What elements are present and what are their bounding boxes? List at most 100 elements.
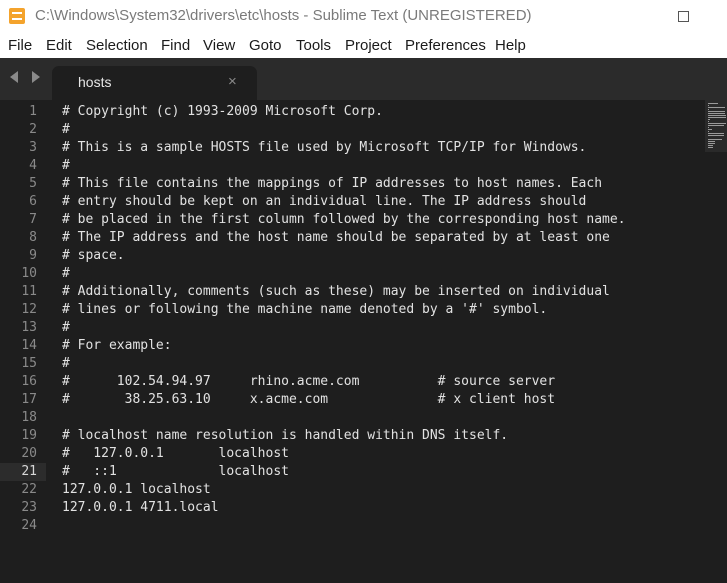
minimap-line	[708, 147, 713, 148]
line-number: 8	[29, 230, 37, 245]
line-text: #	[62, 320, 70, 335]
line-number: 24	[21, 518, 37, 533]
code-line[interactable]: 21 # ::1 localhost	[0, 463, 705, 481]
line-number: 22	[21, 482, 37, 497]
line-text: # entry should be kept on an individual …	[62, 194, 587, 209]
menu-goto[interactable]: Goto	[249, 37, 282, 54]
code-line[interactable]: 10 #	[0, 265, 705, 283]
maximize-button[interactable]	[660, 0, 706, 32]
code-line[interactable]: 22 127.0.0.1 localhost	[0, 481, 705, 499]
minimap-line	[708, 141, 715, 142]
code-line[interactable]: 23 127.0.0.1 4711.local	[0, 499, 705, 517]
minimap[interactable]	[705, 100, 727, 152]
minimap-line	[708, 135, 724, 136]
code-line[interactable]: 9 # space.	[0, 247, 705, 265]
code-line[interactable]: 2 #	[0, 121, 705, 139]
title-bar: C:\Windows\System32\drivers\etc\hosts - …	[0, 0, 727, 32]
menu-find[interactable]: Find	[161, 37, 190, 54]
line-text: # 38.25.63.10 x.acme.com # x client host	[62, 392, 556, 407]
code-line[interactable]: 13 #	[0, 319, 705, 337]
line-number: 10	[21, 266, 37, 281]
code-line[interactable]: 4 #	[0, 157, 705, 175]
line-text: #	[62, 356, 70, 371]
code-line[interactable]: 14 # For example:	[0, 337, 705, 355]
code-line[interactable]: 17 # 38.25.63.10 x.acme.com # x client ho…	[0, 391, 705, 409]
menu-selection[interactable]: Selection	[86, 37, 148, 54]
line-number: 12	[21, 302, 37, 317]
line-text: # 102.54.94.97 rhino.acme.com # source s…	[62, 374, 556, 389]
code-line[interactable]: 16 # 102.54.94.97 rhino.acme.com # source…	[0, 373, 705, 391]
line-number: 16	[21, 374, 37, 389]
menu-project[interactable]: Project	[345, 37, 392, 54]
code-line[interactable]: 11 # Additionally, comments (such as thes…	[0, 283, 705, 301]
line-text: # Copyright (c) 1993-2009 Microsoft Corp…	[62, 104, 383, 119]
line-number: 3	[29, 140, 37, 155]
minimap-line	[708, 119, 710, 120]
code-line[interactable]: 1 # Copyright (c) 1993-2009 Microsoft Cor…	[0, 103, 705, 121]
line-number: 13	[21, 320, 37, 335]
code-line[interactable]: 3 # This is a sample HOSTS file used by M…	[0, 139, 705, 157]
minimap-line	[708, 133, 724, 134]
minimap-line	[708, 145, 713, 146]
line-number: 1	[29, 104, 37, 119]
line-number: 7	[29, 212, 37, 227]
minimap-line	[708, 143, 715, 144]
code-line[interactable]: 18	[0, 409, 705, 427]
code-line[interactable]: 19 # localhost name resolution is handled…	[0, 427, 705, 445]
code-line[interactable]: 8 # The IP address and the host name shou…	[0, 229, 705, 247]
minimap-line	[708, 139, 722, 140]
minimap-line	[708, 131, 709, 132]
line-number: 18	[21, 410, 37, 425]
minimap-line	[708, 109, 709, 110]
line-number: 23	[21, 500, 37, 515]
minimap-line	[708, 123, 726, 124]
minimap-line	[708, 105, 709, 106]
line-text: #	[62, 266, 70, 281]
minimap-line	[708, 121, 709, 122]
close-tab-icon[interactable]: ×	[228, 73, 237, 90]
minimap-line	[708, 125, 724, 126]
tab-scroll-right-icon[interactable]	[32, 71, 40, 83]
line-number: 17	[21, 392, 37, 407]
line-number: 14	[21, 338, 37, 353]
menu-tools[interactable]: Tools	[296, 37, 331, 54]
line-text: # Additionally, comments (such as these)…	[62, 284, 610, 299]
line-text: # space.	[62, 248, 125, 263]
code-line[interactable]: 20 # 127.0.0.1 localhost	[0, 445, 705, 463]
code-editor[interactable]: 1 # Copyright (c) 1993-2009 Microsoft Cor…	[0, 100, 727, 583]
minimap-line	[708, 129, 712, 130]
menu-view[interactable]: View	[203, 37, 235, 54]
line-text: # 127.0.0.1 localhost	[62, 446, 289, 461]
line-text: # lines or following the machine name de…	[62, 302, 548, 317]
line-text: # For example:	[62, 338, 172, 353]
tab-scroll-left-icon[interactable]	[10, 71, 18, 83]
line-number: 11	[21, 284, 37, 299]
line-number: 21	[21, 464, 37, 479]
menu-help[interactable]: Help	[495, 37, 526, 54]
sublime-app-icon	[9, 8, 25, 24]
line-number: 5	[29, 176, 37, 191]
code-line[interactable]: 24	[0, 517, 705, 535]
line-number: 15	[21, 356, 37, 371]
line-text: # This file contains the mappings of IP …	[62, 176, 603, 191]
maximize-icon	[677, 10, 689, 22]
menu-preferences[interactable]: Preferences	[405, 37, 486, 54]
minimap-line	[708, 113, 725, 114]
line-text: # ::1 localhost	[62, 464, 289, 479]
menu-edit[interactable]: Edit	[46, 37, 72, 54]
line-text: # The IP address and the host name shoul…	[62, 230, 610, 245]
tab-hosts[interactable]: hosts ×	[52, 66, 257, 100]
line-text: # This is a sample HOSTS file used by Mi…	[62, 140, 587, 155]
code-line[interactable]: 6 # entry should be kept on an individual…	[0, 193, 705, 211]
menu-file[interactable]: File	[8, 37, 32, 54]
code-line[interactable]: 15 #	[0, 355, 705, 373]
code-line[interactable]: 12 # lines or following the machine name …	[0, 301, 705, 319]
tab-label: hosts	[78, 74, 112, 90]
code-line[interactable]: 5 # This file contains the mappings of IP…	[0, 175, 705, 193]
menu-bar: File Edit Selection Find View Goto Tools…	[0, 32, 727, 58]
minimap-line	[708, 127, 709, 128]
line-number: 9	[29, 248, 37, 263]
line-number: 20	[21, 446, 37, 461]
minimap-line	[708, 111, 725, 112]
code-line[interactable]: 7 # be placed in the first column followe…	[0, 211, 705, 229]
